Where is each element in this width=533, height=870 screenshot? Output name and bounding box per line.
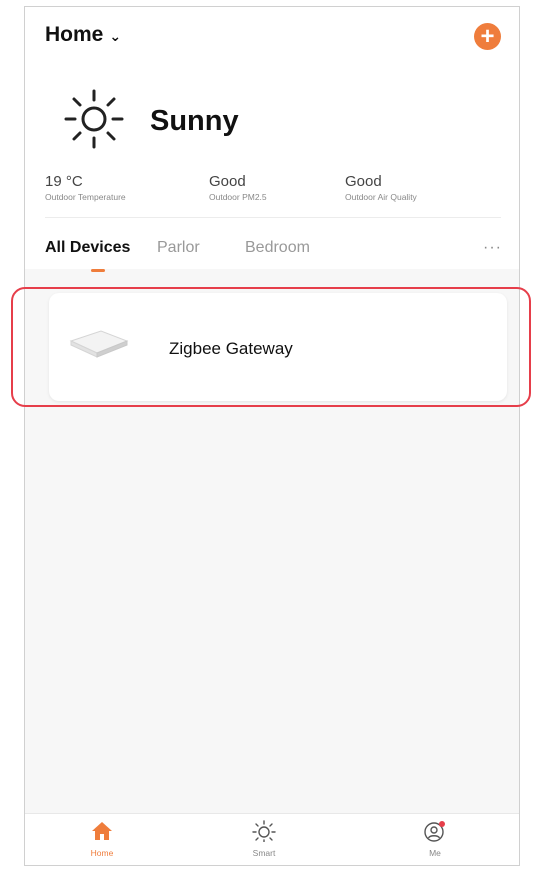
stat-value: Good [209, 173, 246, 190]
tab-all-devices[interactable]: All Devices [45, 239, 130, 257]
profile-icon [424, 821, 445, 842]
more-icon[interactable]: ··· [483, 239, 502, 257]
nav-smart-label: Smart [252, 848, 276, 858]
home-title-label: Home [45, 23, 104, 46]
stat-air-quality: Good Outdoor Air Quality [345, 173, 417, 202]
nav-home-label: Home [90, 848, 114, 858]
sun-icon [64, 89, 124, 149]
nav-smart[interactable]: Smart [234, 820, 294, 858]
stat-value: Good [345, 173, 382, 190]
stat-temperature: 19 °C Outdoor Temperature [45, 173, 126, 202]
active-tab-indicator [91, 269, 105, 272]
nav-home[interactable]: Home [72, 820, 132, 858]
home-header: Home ⌄ + Sunny 19 °C Outdoor Temperature [25, 7, 519, 272]
tab-bedroom[interactable]: Bedroom [245, 239, 310, 257]
chevron-down-icon: ⌄ [109, 27, 122, 44]
nav-me[interactable]: Me [405, 820, 465, 858]
bottom-nav: Home Smart Me [25, 813, 519, 865]
home-icon [92, 822, 112, 840]
stat-pm25: Good Outdoor PM2.5 [209, 173, 267, 202]
tab-parlor[interactable]: Parlor [157, 239, 200, 257]
device-card-zigbee-gateway[interactable]: Zigbee Gateway [49, 293, 507, 401]
sun-icon [252, 820, 276, 843]
stat-label: Outdoor Temperature [45, 192, 126, 202]
stat-label: Outdoor PM2.5 [209, 192, 267, 202]
divider [45, 217, 501, 218]
device-name: Zigbee Gateway [169, 339, 293, 358]
home-selector[interactable]: Home ⌄ [45, 23, 121, 47]
stat-value: 19 °C [45, 173, 83, 190]
nav-me-label: Me [429, 848, 441, 858]
stat-label: Outdoor Air Quality [345, 192, 417, 202]
weather-condition: Sunny [150, 105, 239, 137]
app-screen: Home ⌄ + Sunny 19 °C Outdoor Temperature [24, 6, 520, 866]
gateway-icon [69, 330, 129, 358]
plus-circle-icon[interactable]: + [474, 23, 501, 50]
